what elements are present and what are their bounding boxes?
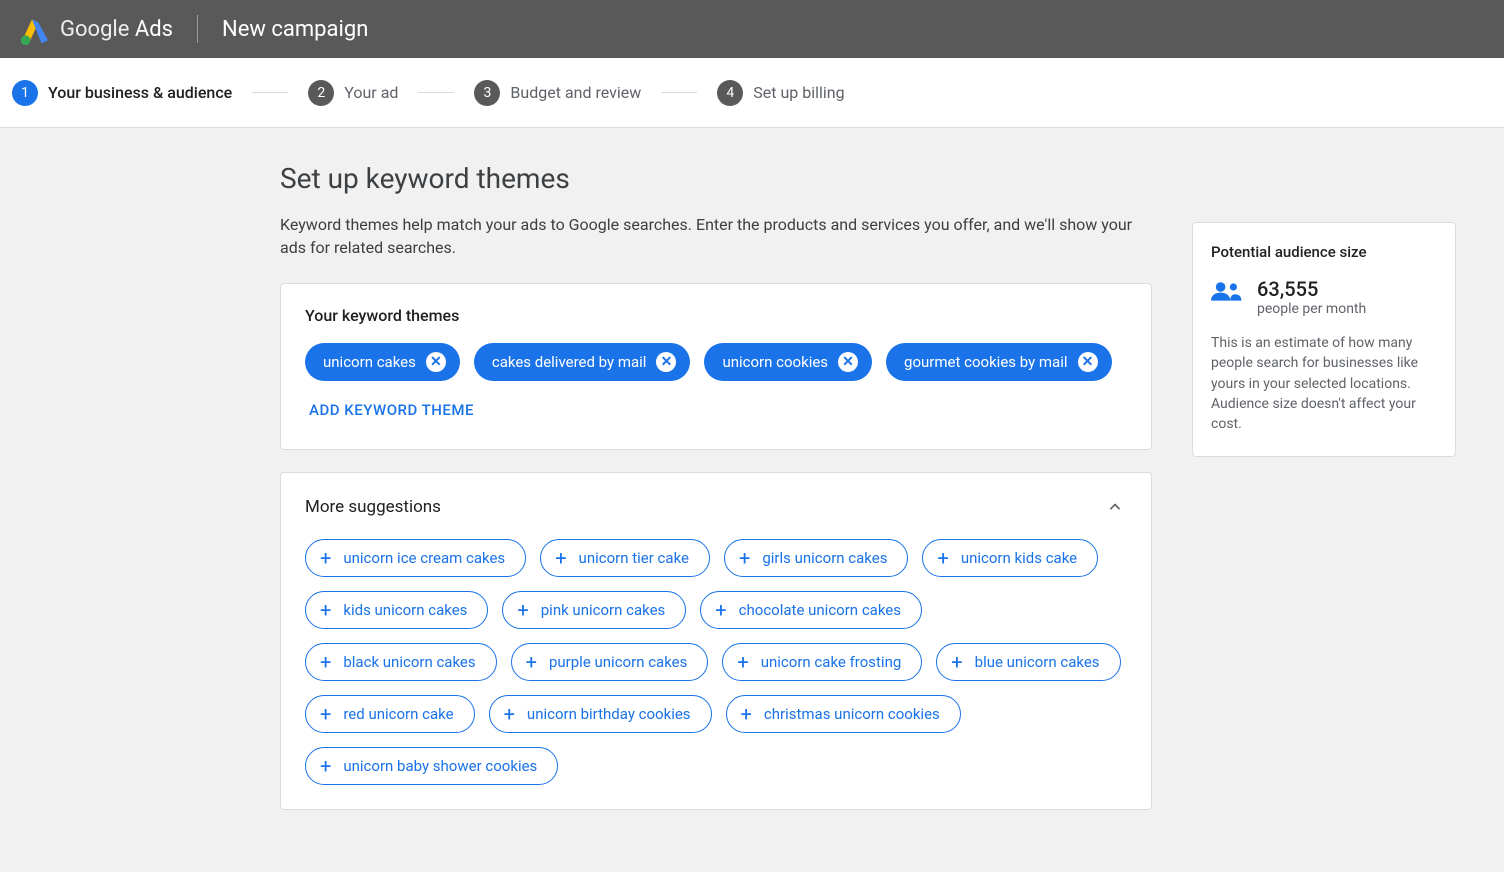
suggestions-title: More suggestions xyxy=(305,497,441,517)
suggestion-chip-label: christmas unicorn cookies xyxy=(764,705,940,723)
step-3[interactable]: 3 Budget and review xyxy=(470,80,645,106)
step-label: Budget and review xyxy=(510,83,641,102)
stepper: 1 Your business & audience 2 Your ad 3 Budget… xyxy=(0,58,1504,128)
audience-panel: Potential audience size 63,555 people pe… xyxy=(1192,222,1456,457)
plus-icon: + xyxy=(737,652,748,672)
keyword-chip[interactable]: unicorn cakes ✕ xyxy=(305,343,460,381)
step-badge: 2 xyxy=(308,80,334,106)
step-connector xyxy=(418,92,454,93)
suggestion-chip-label: unicorn baby shower cookies xyxy=(343,757,537,775)
audience-value: 63,555 xyxy=(1257,277,1366,301)
suggestion-chip[interactable]: + unicorn ice cream cakes xyxy=(305,539,526,577)
suggestion-chip[interactable]: + unicorn tier cake xyxy=(540,539,710,577)
keyword-chip[interactable]: unicorn cookies ✕ xyxy=(704,343,872,381)
chip-label: unicorn cookies xyxy=(722,353,828,371)
plus-icon: + xyxy=(320,652,331,672)
suggestion-chip-label: red unicorn cake xyxy=(343,705,453,723)
step-label: Your ad xyxy=(344,83,398,102)
suggestion-chip[interactable]: + kids unicorn cakes xyxy=(305,591,488,629)
suggestion-chip[interactable]: + unicorn baby shower cookies xyxy=(305,747,558,785)
suggestion-chip-label: chocolate unicorn cakes xyxy=(739,601,901,619)
brand-name: Google Ads xyxy=(60,17,173,42)
plus-icon: + xyxy=(739,548,750,568)
suggestion-chips: + unicorn ice cream cakes + unicorn tier ca… xyxy=(305,539,1127,785)
keyword-chip[interactable]: cakes delivered by mail ✕ xyxy=(474,343,691,381)
plus-icon: + xyxy=(320,548,331,568)
step-4[interactable]: 4 Set up billing xyxy=(713,80,848,106)
chevron-up-icon xyxy=(1105,497,1125,517)
app-header: Google Ads New campaign xyxy=(0,0,1504,58)
step-label: Set up billing xyxy=(753,83,844,102)
suggestion-chip-label: unicorn birthday cookies xyxy=(527,705,691,723)
suggestion-chip-label: purple unicorn cakes xyxy=(549,653,687,671)
step-1[interactable]: 1 Your business & audience xyxy=(8,80,236,106)
suggestion-chip[interactable]: + girls unicorn cakes xyxy=(724,539,908,577)
audience-unit: people per month xyxy=(1257,301,1366,317)
suggestion-chip[interactable]: + unicorn kids cake xyxy=(922,539,1098,577)
plus-icon: + xyxy=(937,548,948,568)
plus-icon: + xyxy=(517,600,528,620)
suggestion-chip-label: pink unicorn cakes xyxy=(541,601,666,619)
suggestion-chip[interactable]: + unicorn cake frosting xyxy=(722,643,922,681)
suggestion-chip-label: girls unicorn cakes xyxy=(762,549,887,567)
suggestion-chip[interactable]: + purple unicorn cakes xyxy=(511,643,709,681)
section-heading: Set up keyword themes xyxy=(280,162,1152,195)
add-keyword-theme-button[interactable]: ADD KEYWORD THEME xyxy=(305,395,478,425)
chip-label: unicorn cakes xyxy=(323,353,416,371)
plus-icon: + xyxy=(320,756,331,776)
step-connector xyxy=(661,92,697,93)
divider xyxy=(197,15,198,43)
people-icon xyxy=(1211,279,1243,303)
keyword-chip[interactable]: gourmet cookies by mail ✕ xyxy=(886,343,1111,381)
suggestion-chip-label: unicorn cake frosting xyxy=(761,653,902,671)
remove-chip-icon[interactable]: ✕ xyxy=(1078,352,1098,372)
suggestion-chip[interactable]: + pink unicorn cakes xyxy=(502,591,686,629)
step-label: Your business & audience xyxy=(48,83,232,102)
plus-icon: + xyxy=(741,704,752,724)
step-badge: 3 xyxy=(474,80,500,106)
plus-icon: + xyxy=(715,600,726,620)
audience-description: This is an estimate of how many people s… xyxy=(1211,333,1437,434)
remove-chip-icon[interactable]: ✕ xyxy=(426,352,446,372)
google-ads-logo-icon xyxy=(16,13,48,45)
section-subheading: Keyword themes help match your ads to Go… xyxy=(280,213,1140,259)
suggestion-chip[interactable]: + chocolate unicorn cakes xyxy=(700,591,922,629)
plus-icon: + xyxy=(320,600,331,620)
suggestion-chip[interactable]: + blue unicorn cakes xyxy=(936,643,1120,681)
keyword-themes-card: Your keyword themes unicorn cakes✕cakes … xyxy=(280,283,1152,450)
suggestion-chip-label: blue unicorn cakes xyxy=(975,653,1100,671)
suggestion-chip[interactable]: + unicorn birthday cookies xyxy=(489,695,712,733)
suggestion-chip-label: black unicorn cakes xyxy=(343,653,475,671)
suggestion-chip-label: unicorn kids cake xyxy=(961,549,1077,567)
plus-icon: + xyxy=(320,704,331,724)
audience-panel-title: Potential audience size xyxy=(1211,243,1437,261)
suggestion-chip-label: unicorn tier cake xyxy=(579,549,689,567)
step-badge: 1 xyxy=(12,80,38,106)
step-connector xyxy=(252,92,288,93)
brand-area: Google Ads xyxy=(16,13,173,45)
keyword-themes-chips: unicorn cakes✕cakes delivered by mail✕un… xyxy=(305,343,1127,425)
suggestion-chip[interactable]: + christmas unicorn cookies xyxy=(726,695,961,733)
suggestion-chip[interactable]: + red unicorn cake xyxy=(305,695,475,733)
plus-icon: + xyxy=(555,548,566,568)
remove-chip-icon[interactable]: ✕ xyxy=(656,352,676,372)
plus-icon: + xyxy=(526,652,537,672)
plus-icon: + xyxy=(504,704,515,724)
step-2[interactable]: 2 Your ad xyxy=(304,80,402,106)
suggestion-chip[interactable]: + black unicorn cakes xyxy=(305,643,497,681)
suggestions-card: More suggestions + unicorn ice cream cake… xyxy=(280,472,1152,810)
page-title: New campaign xyxy=(222,17,368,42)
keyword-themes-title: Your keyword themes xyxy=(305,306,1127,325)
plus-icon: + xyxy=(951,652,962,672)
suggestion-chip-label: kids unicorn cakes xyxy=(343,601,467,619)
chip-label: cakes delivered by mail xyxy=(492,353,647,371)
step-badge: 4 xyxy=(717,80,743,106)
remove-chip-icon[interactable]: ✕ xyxy=(838,352,858,372)
chip-label: gourmet cookies by mail xyxy=(904,353,1067,371)
suggestion-chip-label: unicorn ice cream cakes xyxy=(343,549,505,567)
collapse-button[interactable] xyxy=(1103,495,1127,519)
